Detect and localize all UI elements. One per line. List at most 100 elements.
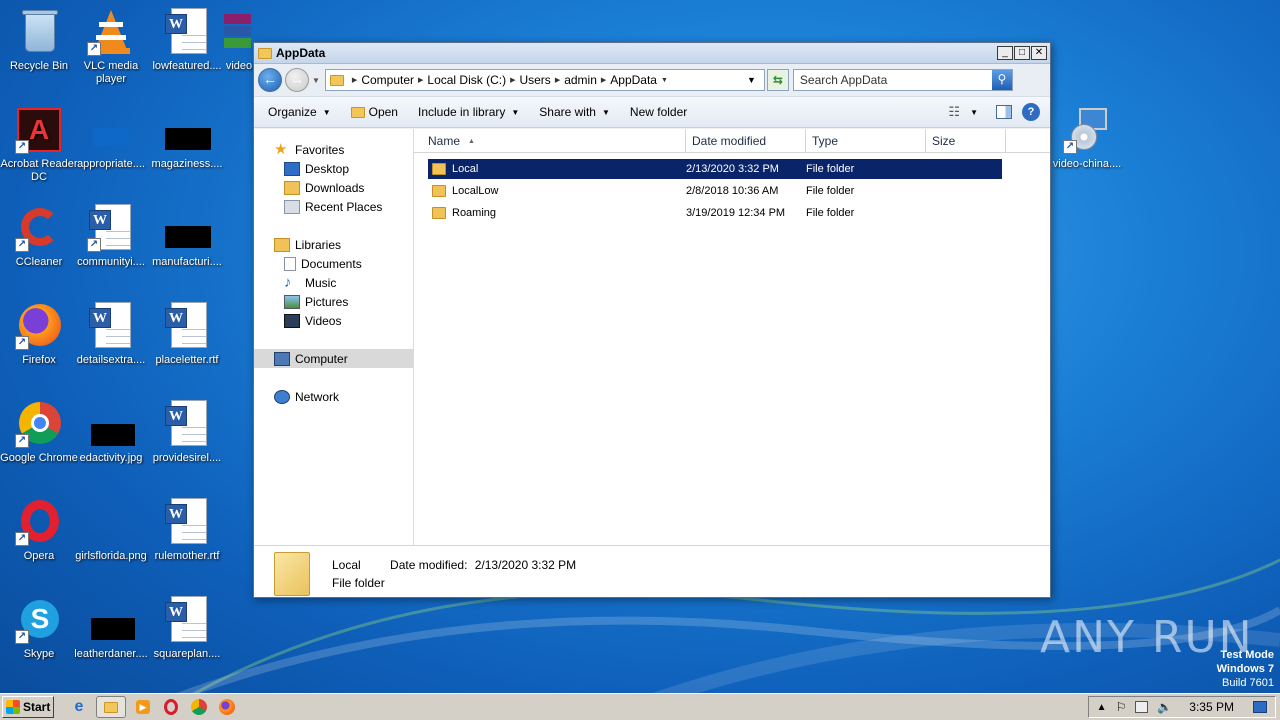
nav-network[interactable]: Network [254,387,414,406]
word-document-icon: W [163,498,211,546]
nav-videos[interactable]: Videos [254,311,414,330]
chevron-right-icon[interactable]: ▶ [510,76,515,84]
breadcrumb-appdata[interactable]: AppData [610,73,657,87]
desktop-icon-squareplan[interactable]: W squareplan.... [148,592,226,680]
desktop-icon-providesirel[interactable]: W providesirel.... [148,396,226,484]
column-headers: Name ▲ Date modified Type Size [414,129,1050,153]
minimize-button[interactable]: _ [997,46,1013,60]
new-folder-button[interactable]: New folder [630,105,687,119]
desktop-icon-manufacturi[interactable]: manufacturi.... [148,200,226,288]
start-button[interactable]: Start [2,696,54,718]
taskbar-chrome-icon[interactable] [188,696,210,718]
breadcrumb-users[interactable]: Users [519,73,550,87]
chevron-right-icon[interactable]: ▶ [418,76,423,84]
taskbar-opera-icon[interactable] [160,696,182,718]
breadcrumb-local-disk[interactable]: Local Disk (C:) [427,73,506,87]
file-row-local[interactable]: Local 2/13/2020 3:32 PM File folder [428,159,1002,179]
nav-videos-label: Videos [305,313,342,328]
column-header-type[interactable]: Type [806,129,926,153]
nav-computer[interactable]: Computer [254,349,414,368]
forward-button[interactable]: → [285,68,309,92]
taskbar-firefox-icon[interactable] [216,696,238,718]
column-header-name[interactable]: Name ▲ [414,129,686,153]
search-icon[interactable]: ⚲ [991,70,1012,90]
desktop-icon-acrobat[interactable]: A ↗ Acrobat Reader DC [0,102,78,190]
nav-pictures[interactable]: Pictures [254,292,414,311]
close-button[interactable]: ✕ [1031,46,1047,60]
folder-icon [432,163,446,175]
desktop-icon-ccleaner[interactable]: ↗ CCleaner [0,200,78,288]
file-row-locallow[interactable]: LocalLow 2/8/2018 10:36 AM File folder [428,181,1002,201]
nav-music[interactable]: ♪ Music [254,273,414,292]
open-button[interactable]: Open [350,105,398,119]
nav-pictures-label: Pictures [305,294,349,309]
breadcrumb-computer[interactable]: Computer [361,73,414,87]
desktop-icon-communityi[interactable]: W ↗ communityi.... [72,200,150,288]
desktop-icon-lowfeatured[interactable]: W lowfeatured.... [148,4,226,92]
command-bar: Organize ▼ Open Include in library ▼ Share… [254,96,1050,128]
file-list[interactable]: Name ▲ Date modified Type Size Local 2/1… [414,129,1050,545]
nav-recent-places[interactable]: Recent Places [254,197,414,216]
column-header-date[interactable]: Date modified [686,129,806,153]
desktop-icon-chrome[interactable]: ↗ Google Chrome [0,396,78,484]
taskbar-media-player-icon[interactable]: ▶ [132,696,154,718]
view-options-icon[interactable]: ☷ [948,104,960,120]
nav-favorites-label: Favorites [295,142,345,157]
chevron-down-icon[interactable]: ▼ [970,108,978,117]
include-in-library-menu[interactable]: Include in library ▼ [418,105,519,119]
installer-icon: ↗ [1063,106,1111,154]
address-bar[interactable]: ▶ Computer ▶ Local Disk (C:) ▶ Users ▶ a… [324,69,765,91]
action-center-flag-icon[interactable]: ⚐ [1116,700,1127,714]
breadcrumb-admin[interactable]: admin [564,73,597,87]
clock[interactable]: 3:35 PM [1189,700,1234,714]
share-with-menu[interactable]: Share with ▼ [539,105,610,119]
taskbar-ie-icon[interactable]: e [68,696,90,718]
desktop-icon-girlsflorida[interactable]: girlsflorida.png [72,494,150,582]
window-titlebar[interactable]: AppData _ □ ✕ [254,43,1050,64]
desktop-icon-video[interactable]: video [224,4,254,92]
refresh-button[interactable]: ⇆ [766,69,789,91]
desktop-icon-leatherdaner[interactable]: leatherdaner.... [72,592,150,680]
desktop-icon-appropriate[interactable]: appropriate.... [72,102,150,190]
network-tray-icon[interactable] [1135,701,1149,713]
desktop-icon-detailsextra[interactable]: W detailsextra.... [72,298,150,386]
file-row-roaming[interactable]: Roaming 3/19/2019 12:34 PM File folder [428,203,1002,223]
show-desktop-icon[interactable] [1253,701,1267,713]
chevron-down-icon[interactable]: ▼ [661,77,668,84]
nav-documents[interactable]: Documents [254,254,414,273]
preview-pane-icon[interactable] [996,105,1012,119]
desktop-icon-placeletter[interactable]: W placeletter.rtf [148,298,226,386]
desktop-icon-magaziness[interactable]: magaziness.... [148,102,226,190]
chevron-right-icon[interactable]: ▶ [601,76,606,84]
desktop-icon-firefox[interactable]: ↗ Firefox [0,298,78,386]
desktop-icon-recycle-bin[interactable]: Recycle Bin [0,4,78,92]
desktop-icon-rulemother[interactable]: W rulemother.rtf [148,494,226,582]
chevron-right-icon[interactable]: ▶ [352,76,357,84]
desktop-icon-edactivity[interactable]: edactivity.jpg [72,396,150,484]
desktop-icon-vlc[interactable]: ↗ VLC media player [72,4,150,92]
nav-libraries[interactable]: Libraries [254,235,414,254]
watermark-line3: Build 7601 [1222,677,1274,689]
recent-pages-dropdown-icon[interactable]: ▼ [312,76,320,85]
column-header-size[interactable]: Size [926,129,1006,153]
search-input[interactable]: Search AppData ⚲ [792,69,1013,91]
nav-downloads[interactable]: Downloads [254,178,414,197]
new-folder-label: New folder [629,105,688,119]
desktop-icon-video-china[interactable]: ↗ video-china.... [1048,102,1126,190]
maximize-button[interactable]: □ [1014,46,1030,60]
back-button[interactable]: ← [258,68,282,92]
desktop-icon-opera[interactable]: ↗ Opera [0,494,78,582]
taskbar: Start e ▶ ▲ ⚐ 🔈 3:35 PM [0,693,1280,720]
explorer-window[interactable]: AppData _ □ ✕ ← → ▼ ▶ Computer ▶ Local D… [253,42,1051,598]
nav-desktop[interactable]: Desktop [254,159,414,178]
show-hidden-icons-icon[interactable]: ▲ [1097,702,1107,713]
help-icon[interactable]: ? [1022,103,1040,121]
taskbar-explorer-icon[interactable] [96,696,126,718]
organize-menu[interactable]: Organize ▼ [268,105,331,119]
address-history-dropdown-icon[interactable]: ▼ [747,75,756,85]
nav-favorites[interactable]: ★ Favorites [254,140,414,159]
volume-icon[interactable]: 🔈 [1157,700,1172,714]
file-thumbnail-icon [163,106,211,154]
chevron-right-icon[interactable]: ▶ [555,76,560,84]
desktop-icon-skype[interactable]: S ↗ Skype [0,592,78,680]
